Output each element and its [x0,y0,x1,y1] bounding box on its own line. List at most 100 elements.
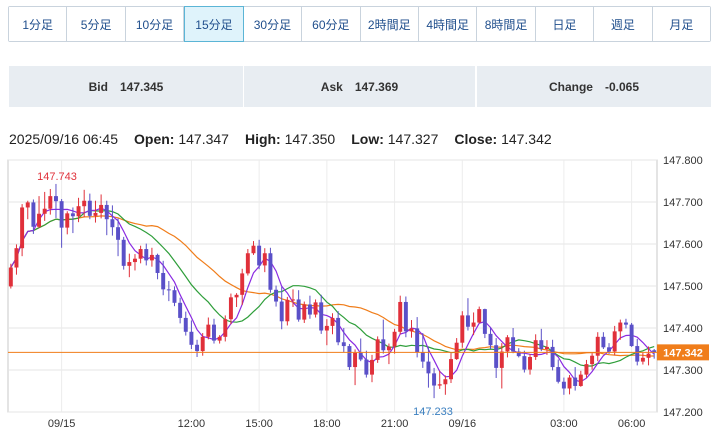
last-price-value: 147.342 [663,347,703,359]
timeframe-tab[interactable]: 週足 [594,7,653,41]
candle-down [539,340,544,349]
candle-up [646,353,651,358]
candle-up [443,379,448,385]
candle-down [279,301,284,322]
candle-down [601,336,606,348]
candle-up [245,253,250,274]
change-value: -0.065 [604,79,640,94]
x-tick-label: 21:00 [381,418,409,430]
candle-up [595,336,600,356]
candle-up [25,202,30,208]
candle-down [155,254,160,273]
candle-up [499,351,504,368]
candle-down [178,302,183,318]
low-label: Low: [351,131,384,147]
timeframe-tab[interactable]: 10分足 [125,7,185,41]
x-tick-label: 09/16 [449,418,477,430]
candle-up [505,337,510,352]
candle-up [618,322,623,332]
candle-down [296,299,301,320]
timeframe-tab[interactable]: 60分足 [302,7,361,41]
candle-down [494,345,499,368]
candle-up [99,204,104,213]
low-annotation: 147.233 [413,406,453,418]
candle-up [76,206,81,217]
candle-down [161,272,166,290]
candle-down [104,204,109,220]
candle-down [59,201,64,228]
candle-up [149,254,154,261]
ask-panel: Ask 147.369 [244,66,475,107]
candle-up [567,377,572,389]
candle-up [285,299,290,322]
ask-value: 147.369 [354,79,399,94]
candle-up [640,357,645,362]
ohlc-datetime: 2025/09/16 06:45 [9,131,118,147]
candle-up [217,336,222,341]
candle-up [138,249,143,259]
x-tick-label: 06:00 [618,418,646,430]
close-label: Close: [454,131,498,147]
price-chart[interactable]: 147.800 147.700 147.600 147.500 147.400 147.3… [0,150,720,434]
candle-up [228,297,233,320]
timeframe-tab[interactable]: 月足 [652,7,711,41]
close-value: 147.342 [501,131,552,147]
bid-value: 147.345 [119,79,164,94]
candle-up [234,294,239,298]
candle-down [31,202,36,227]
candle-up [409,328,414,332]
candle-down [522,356,527,370]
candle-down [561,381,566,389]
candle-up [386,346,391,351]
candle-down [381,339,386,351]
candle-up [533,340,538,357]
candle-up [240,273,245,295]
x-tick-label: 12:00 [178,418,206,430]
candle-up [330,317,335,326]
candle-up [14,248,19,268]
candle-down [70,213,75,217]
y-tick-label: 147.800 [663,155,703,167]
timeframe-tabs: 1分足 5分足 10分足 15分足 30分足 60分足 2時間足 4時間足 8時間足 日足 週足 月足 [8,6,711,42]
candle-down [121,239,126,266]
timeframe-tab[interactable]: 15分足 [184,6,244,42]
candle-down [556,367,561,382]
timeframe-tab[interactable]: 8時間足 [477,7,536,41]
timeframe-tab[interactable]: 2時間足 [360,7,419,41]
candle-up [544,346,549,349]
candle-up [313,302,318,315]
candle-down [307,304,312,315]
candle-up [392,331,397,347]
candle-up [353,352,358,368]
y-tick-label: 147.400 [663,323,703,335]
timeframe-tab[interactable]: 日足 [535,7,595,41]
ohlc-info: 2025/09/16 06:45 Open: 147.347 High: 147.3… [9,131,552,147]
candle-down [183,317,188,332]
high-label: High: [244,131,281,147]
candle-up [42,208,47,214]
candle-down [341,342,346,347]
candle-up [200,336,205,352]
ask-label: Ask [320,79,343,94]
timeframe-tab[interactable]: 4時間足 [418,7,478,41]
timeframe-tab[interactable]: 5分足 [67,7,126,41]
candle-down [53,196,58,202]
high-annotation: 147.743 [37,171,77,183]
candle-up [48,196,53,209]
open-label: Open: [134,131,175,147]
candle-up [251,245,256,254]
candle-up [133,258,137,263]
timeframe-tab[interactable]: 30分足 [243,7,303,41]
candle-down [274,289,279,302]
timeframe-tab[interactable]: 1分足 [9,7,68,41]
candle-down [336,317,341,343]
candle-up [37,213,42,227]
candle-up [477,309,482,323]
y-tick-label: 147.600 [663,239,703,251]
candle-up [82,200,87,207]
candle-up [8,267,13,287]
candle-down [629,324,634,347]
candle-down [420,352,425,362]
candle-down [257,245,262,266]
x-tick-label: 15:00 [245,418,273,430]
